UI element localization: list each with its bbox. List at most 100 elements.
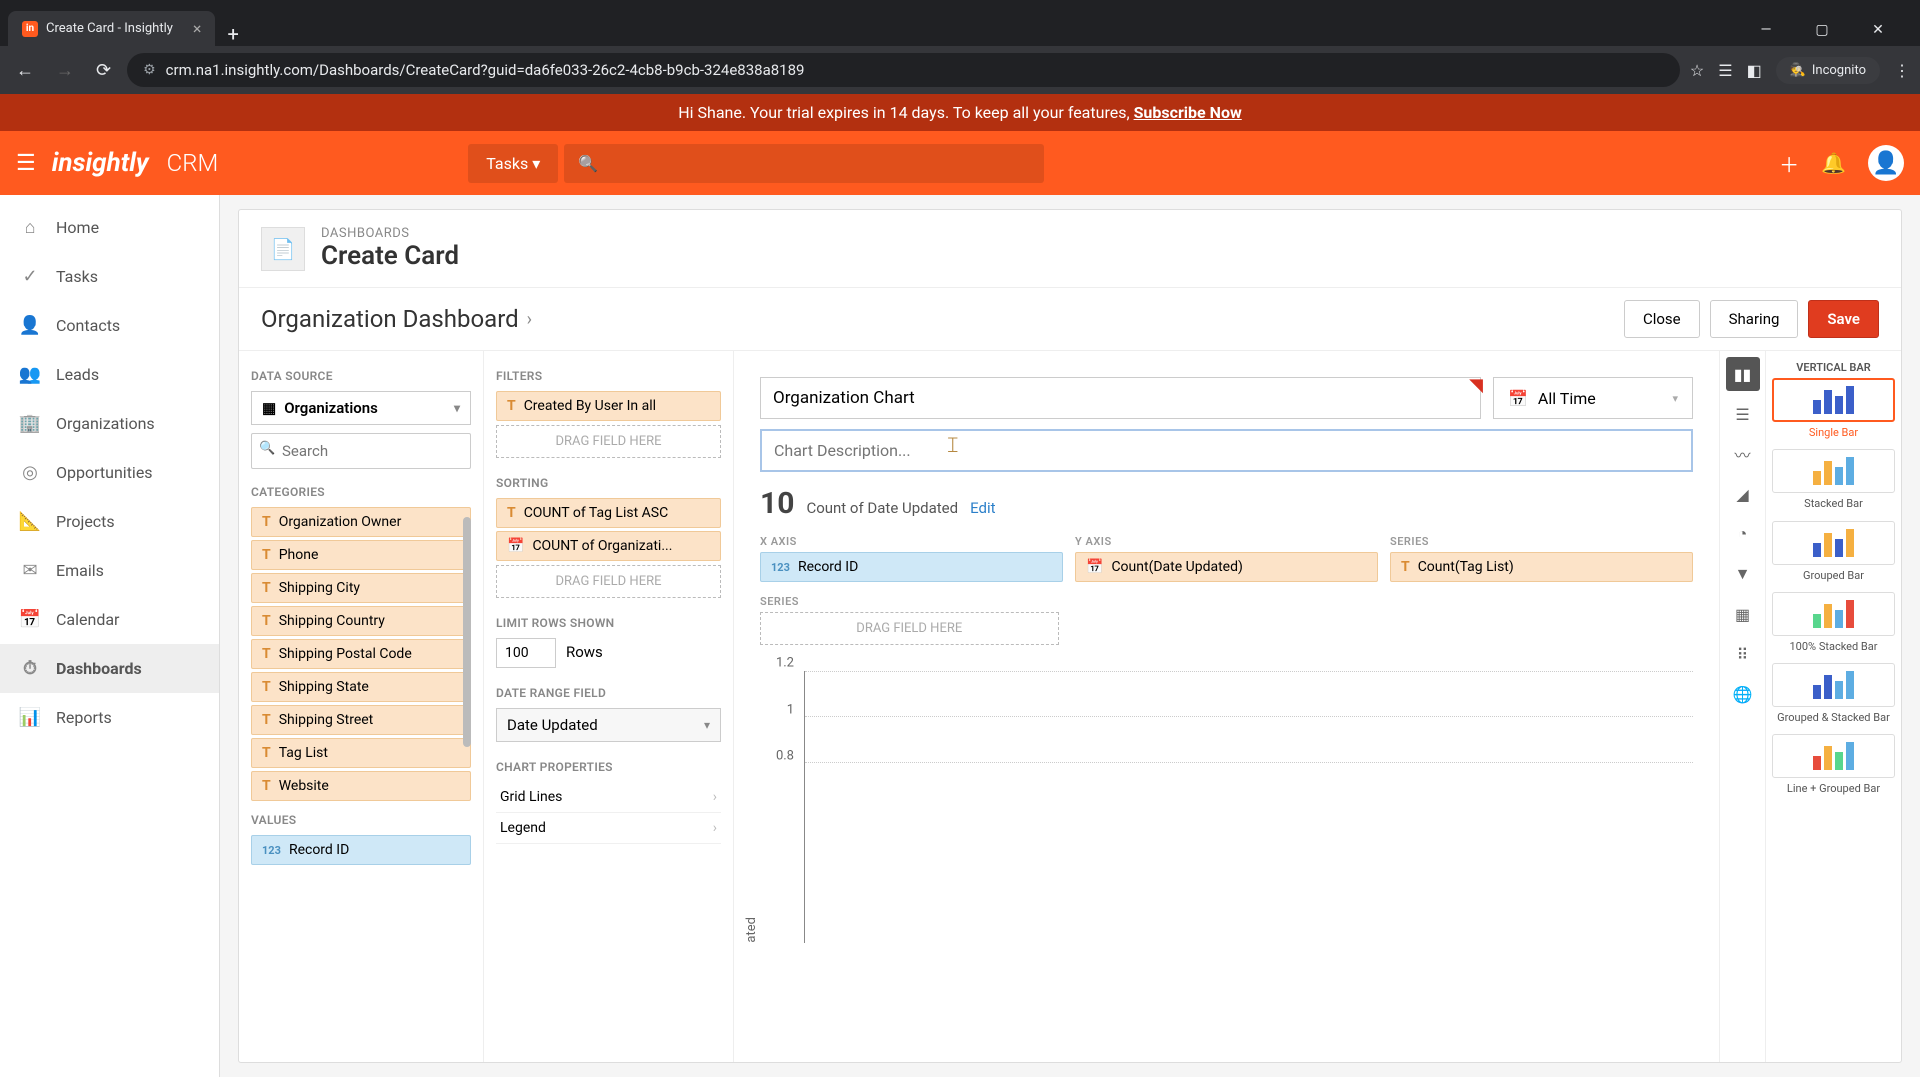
global-search-input[interactable]: 🔍 <box>564 144 1044 183</box>
dashboard-link[interactable]: Organization Dashboard <box>261 305 519 333</box>
reading-list-icon[interactable]: ☰ <box>1718 61 1732 80</box>
save-button[interactable]: Save <box>1808 300 1879 338</box>
category-field[interactable]: TTag List <box>251 738 471 768</box>
browser-menu-icon[interactable]: ⋮ <box>1894 61 1910 80</box>
sidebar-item-opportunities[interactable]: ◎Opportunities <box>0 448 219 497</box>
field-search-input[interactable] <box>251 433 471 469</box>
sidebar-item-calendar[interactable]: 📅Calendar <box>0 595 219 644</box>
scrollbar-handle[interactable] <box>463 517 471 747</box>
chart-type-option[interactable] <box>1772 449 1895 493</box>
limit-suffix: Rows <box>566 643 603 661</box>
back-button[interactable]: ← <box>10 54 40 87</box>
new-tab-button[interactable]: + <box>215 22 250 46</box>
incognito-badge[interactable]: 🕵 Incognito <box>1776 57 1880 84</box>
notifications-icon[interactable]: 🔔 <box>1821 151 1846 175</box>
close-window-icon[interactable]: ✕ <box>1862 22 1894 38</box>
chart-property-row[interactable]: Grid Lines <box>496 782 721 813</box>
table-view-icon[interactable]: ▦ <box>1726 597 1760 631</box>
map-view-icon[interactable]: 🌐 <box>1726 677 1760 711</box>
forward-button[interactable]: → <box>50 54 80 87</box>
value-field[interactable]: 123Record ID <box>251 835 471 865</box>
subscribe-link[interactable]: Subscribe Now <box>1134 103 1242 122</box>
sidebar-item-dashboards[interactable]: ⏱Dashboards <box>0 644 219 693</box>
chevron-right-icon: › <box>527 309 532 330</box>
edit-count-link[interactable]: Edit <box>970 499 995 517</box>
pie-view-icon[interactable]: ◔ <box>1726 517 1760 551</box>
chart-description-input[interactable] <box>760 429 1693 472</box>
chart-property-row[interactable]: Legend <box>496 813 721 844</box>
tasks-dropdown[interactable]: Tasks ▾ <box>468 144 558 183</box>
category-field[interactable]: TShipping City <box>251 573 471 603</box>
category-field[interactable]: TShipping Street <box>251 705 471 735</box>
reload-button[interactable]: ⟳ <box>90 54 117 87</box>
side-panel-icon[interactable]: ◧ <box>1747 61 1762 80</box>
close-button[interactable]: Close <box>1624 300 1700 338</box>
sidebar-item-home[interactable]: ⌂Home <box>0 203 219 252</box>
area-view-icon[interactable]: ◢ <box>1726 477 1760 511</box>
y-axis-field[interactable]: 📅Count(Date Updated) <box>1075 552 1378 582</box>
series-drop-target[interactable]: DRAG FIELD HERE <box>760 612 1059 645</box>
data-source-label: DATA SOURCE <box>251 369 471 383</box>
avatar[interactable]: 👤 <box>1868 145 1904 181</box>
close-tab-icon[interactable]: × <box>193 19 202 38</box>
time-range-value: All Time <box>1538 389 1596 408</box>
data-source-dropdown[interactable]: ▦ Organizations <box>251 391 471 425</box>
sidebar-item-tasks[interactable]: ✓Tasks <box>0 252 219 301</box>
sort-field[interactable]: 📅COUNT of Organizati... <box>496 531 721 561</box>
chart-type-option[interactable] <box>1772 521 1895 565</box>
chart-type-label: Line + Grouped Bar <box>1772 782 1895 795</box>
filters-drop-target[interactable]: DRAG FIELD HERE <box>496 425 721 458</box>
funnel-view-icon[interactable]: ▼ <box>1726 557 1760 591</box>
sidebar-item-contacts[interactable]: 👤Contacts <box>0 301 219 350</box>
horizontal-bar-icon[interactable]: ☰ <box>1726 397 1760 431</box>
nav-icon: ✉ <box>18 560 42 581</box>
url-input[interactable]: ⚙ crm.na1.insightly.com/Dashboards/Creat… <box>127 53 1680 87</box>
chart-type-option[interactable] <box>1772 378 1895 422</box>
sidebar-item-emails[interactable]: ✉Emails <box>0 546 219 595</box>
hamburger-icon[interactable]: ☰ <box>16 151 36 176</box>
bar-view-icon[interactable]: ▮▮ <box>1726 357 1760 391</box>
category-field[interactable]: TShipping State <box>251 672 471 702</box>
line-view-icon[interactable]: 〰 <box>1726 437 1760 471</box>
trial-banner: Hi Shane. Your trial expires in 14 days.… <box>0 94 1920 131</box>
sorting-drop-target[interactable]: DRAG FIELD HERE <box>496 565 721 598</box>
tab-title: Create Card - Insightly <box>46 21 173 36</box>
chart-type-option[interactable] <box>1772 592 1895 636</box>
bookmark-icon[interactable]: ☆ <box>1690 61 1704 80</box>
maximize-icon[interactable]: ▢ <box>1806 22 1838 38</box>
sidebar-item-reports[interactable]: 📊Reports <box>0 693 219 742</box>
chart-title-input[interactable] <box>760 377 1481 419</box>
x-axis-field[interactable]: 123Record ID <box>760 552 1063 582</box>
filter-field[interactable]: TCreated By User In all <box>496 391 721 421</box>
sharing-button[interactable]: Sharing <box>1710 300 1799 338</box>
category-field[interactable]: TOrganization Owner <box>251 507 471 537</box>
text-type-icon: T <box>262 613 271 629</box>
logo[interactable]: insightly <box>52 148 149 178</box>
site-settings-icon[interactable]: ⚙ <box>143 62 156 78</box>
time-range-dropdown[interactable]: 📅 All Time <box>1493 377 1693 419</box>
sidebar-item-projects[interactable]: 📐Projects <box>0 497 219 546</box>
browser-tab[interactable]: in Create Card - Insightly × <box>8 11 215 46</box>
nav-icon: 📐 <box>18 511 42 532</box>
chart-type-option[interactable] <box>1772 663 1895 707</box>
chart-type-option[interactable] <box>1772 734 1895 778</box>
category-field[interactable]: TWebsite <box>251 771 471 801</box>
sidebar-item-leads[interactable]: 👥Leads <box>0 350 219 399</box>
y-tick-label: 1.2 <box>776 656 794 671</box>
date-range-dropdown[interactable]: Date Updated <box>496 708 721 742</box>
sort-field[interactable]: TCOUNT of Tag List ASC <box>496 498 721 528</box>
card-header: 📄 DASHBOARDS Create Card <box>239 210 1901 288</box>
scatter-view-icon[interactable]: ⠿ <box>1726 637 1760 671</box>
add-icon[interactable]: ＋ <box>1779 149 1799 178</box>
category-field[interactable]: TShipping Postal Code <box>251 639 471 669</box>
text-type-icon: T <box>262 679 271 695</box>
series-field[interactable]: TCount(Tag List) <box>1390 552 1693 582</box>
sidebar-item-organizations[interactable]: 🏢Organizations <box>0 399 219 448</box>
category-field[interactable]: TPhone <box>251 540 471 570</box>
minimize-icon[interactable]: — <box>1750 22 1782 38</box>
limit-input[interactable] <box>496 638 556 668</box>
date-range-value: Date Updated <box>507 716 598 734</box>
y-axis-title: ated <box>744 917 759 943</box>
text-type-icon: T <box>262 547 271 563</box>
category-field[interactable]: TShipping Country <box>251 606 471 636</box>
